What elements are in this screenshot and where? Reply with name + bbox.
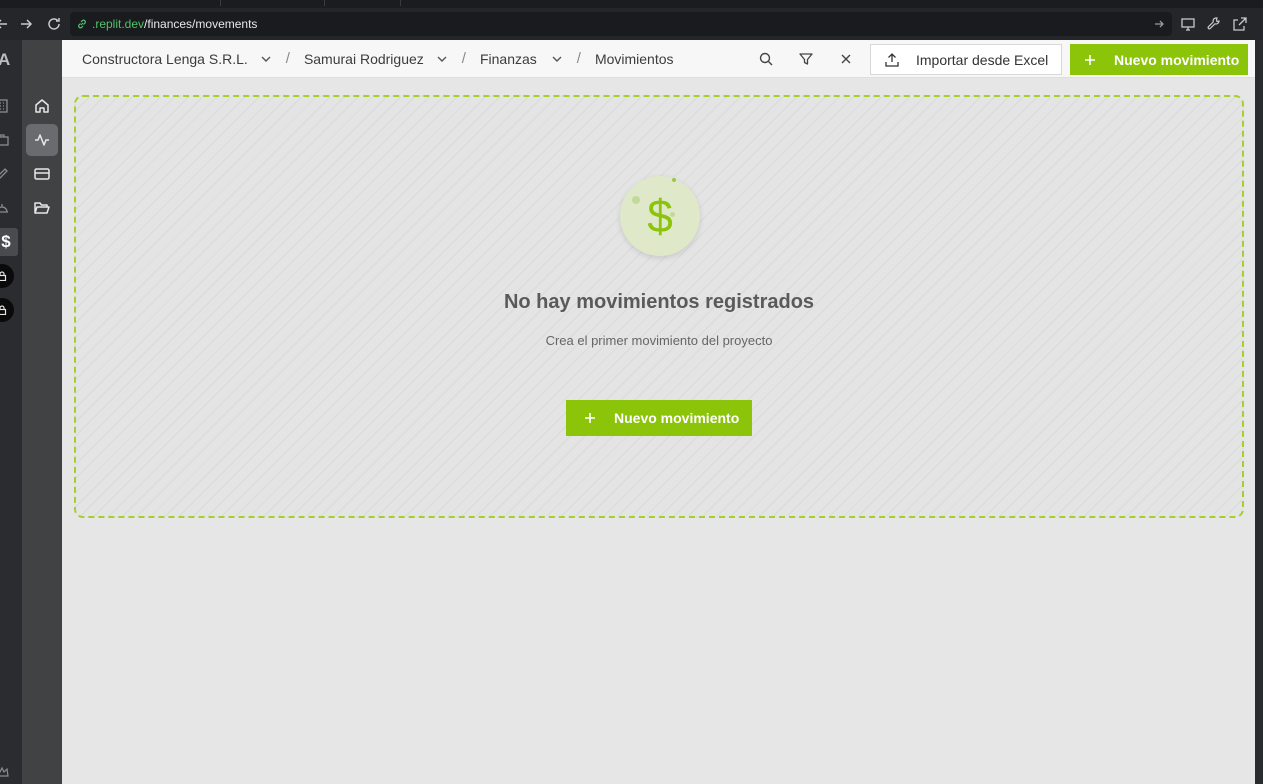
breadcrumb-company[interactable]: Constructora Lenga S.R.L. bbox=[82, 51, 248, 67]
dollar-icon: $ bbox=[620, 176, 700, 256]
search-icon[interactable] bbox=[758, 51, 774, 67]
decor-dot bbox=[672, 178, 676, 182]
import-excel-label: Importar desde Excel bbox=[916, 51, 1049, 68]
wrench-icon[interactable] bbox=[1206, 16, 1222, 32]
reload-icon[interactable] bbox=[44, 14, 64, 34]
breadcrumb-person[interactable]: Samurai Rodriguez bbox=[304, 51, 424, 67]
address-bar[interactable]: .replit.dev/finances/movements bbox=[70, 12, 1172, 36]
tab-divider bbox=[220, 0, 221, 6]
empty-state-subtitle: Crea el primer movimiento del proyecto bbox=[545, 333, 773, 348]
briefcase-icon[interactable] bbox=[0, 132, 10, 148]
breadcrumb-section[interactable]: Finanzas bbox=[480, 51, 537, 67]
empty-state-cta-label: Nuevo movimiento bbox=[614, 410, 740, 426]
lock-icon[interactable] bbox=[0, 298, 14, 322]
tab-divider bbox=[400, 0, 401, 6]
building-icon[interactable] bbox=[0, 98, 10, 114]
upload-icon bbox=[885, 52, 899, 67]
new-movement-button[interactable]: Nuevo movimiento bbox=[1070, 44, 1248, 75]
home-icon[interactable] bbox=[26, 90, 58, 122]
decor-dot bbox=[670, 212, 675, 217]
breadcrumb-separator: / bbox=[285, 50, 290, 67]
forward-icon[interactable] bbox=[16, 14, 36, 34]
plus-icon bbox=[585, 413, 595, 423]
window-edge bbox=[1255, 40, 1263, 784]
new-movement-label: Nuevo movimiento bbox=[1114, 51, 1240, 68]
folder-open-icon[interactable] bbox=[26, 192, 58, 224]
empty-state-new-movement-button[interactable]: Nuevo movimiento bbox=[566, 400, 752, 436]
empty-state: $ No hay movimientos registrados Crea el… bbox=[74, 95, 1244, 518]
url-domain: .replit.dev bbox=[92, 17, 145, 31]
activity-icon[interactable] bbox=[26, 124, 58, 156]
breadcrumb-separator: / bbox=[461, 50, 466, 67]
project-sidebar bbox=[22, 40, 62, 784]
helmet-icon[interactable] bbox=[0, 200, 10, 216]
tab-divider bbox=[324, 0, 325, 6]
plus-icon bbox=[1085, 54, 1095, 65]
browser-tab-strip bbox=[0, 0, 1263, 8]
outer-sidebar: A $ bbox=[0, 40, 22, 784]
external-link-icon[interactable] bbox=[1232, 16, 1248, 32]
browser-toolbar: .replit.dev/finances/movements bbox=[0, 8, 1263, 40]
decor-dot bbox=[632, 196, 640, 204]
main-content: Constructora Lenga S.R.L. / Samurai Rodr… bbox=[62, 40, 1255, 784]
url-path: /finances/movements bbox=[144, 17, 258, 31]
chevron-down-icon[interactable] bbox=[260, 53, 272, 65]
breadcrumb-page: Movimientos bbox=[594, 50, 674, 67]
empty-state-title: No hay movimientos registrados bbox=[503, 291, 815, 313]
crown-icon[interactable] bbox=[0, 764, 10, 780]
filter-icon[interactable] bbox=[798, 51, 814, 67]
chevron-down-icon[interactable] bbox=[436, 53, 448, 65]
close-icon[interactable] bbox=[838, 51, 854, 67]
url-text: .replit.dev/finances/movements bbox=[92, 17, 257, 31]
finance-dollar-icon[interactable]: $ bbox=[0, 228, 18, 256]
card-icon[interactable] bbox=[26, 158, 58, 190]
lock-icon[interactable] bbox=[0, 264, 14, 288]
import-excel-button[interactable]: Importar desde Excel bbox=[870, 44, 1062, 75]
pencil-icon[interactable] bbox=[0, 166, 10, 182]
page-header: Constructora Lenga S.R.L. / Samurai Rodr… bbox=[62, 40, 1255, 78]
back-icon[interactable] bbox=[0, 14, 12, 34]
breadcrumb-separator: / bbox=[576, 50, 581, 67]
monitor-icon[interactable] bbox=[1180, 16, 1196, 32]
app-logo: A bbox=[0, 50, 11, 69]
breadcrumb: Constructora Lenga S.R.L. / Samurai Rodr… bbox=[82, 50, 674, 67]
link-icon bbox=[78, 19, 86, 29]
chevron-down-icon[interactable] bbox=[551, 53, 563, 65]
go-arrow-icon[interactable] bbox=[1152, 17, 1166, 31]
dollar-symbol: $ bbox=[647, 190, 673, 242]
